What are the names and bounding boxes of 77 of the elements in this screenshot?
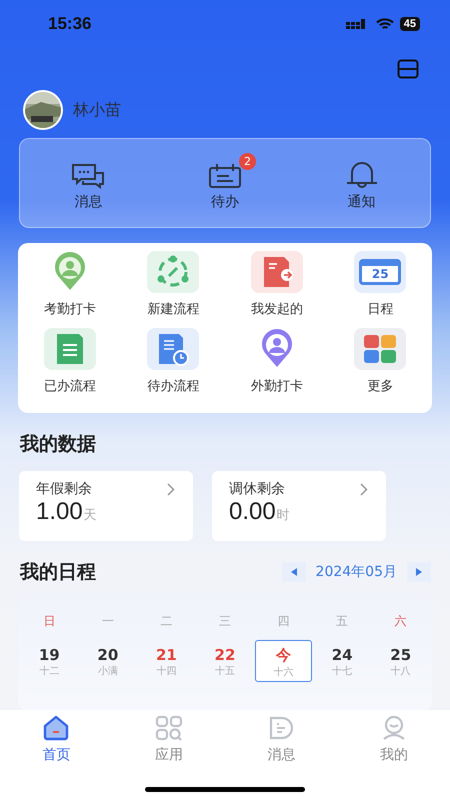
lunar-date: 十四: [156, 664, 176, 678]
calendar-icon: [208, 163, 242, 189]
day-number: 19: [38, 646, 60, 664]
user-name: 林小苗: [73, 100, 121, 120]
quick-action-button[interactable]: 消息: [40, 151, 136, 215]
bell-icon: [344, 161, 379, 189]
triangle-right-icon: [416, 568, 422, 576]
grid-icon: [154, 715, 183, 741]
chevron-right-icon: [167, 482, 175, 496]
lunar-date: 十五: [214, 664, 235, 678]
quick-action-button[interactable]: 2 待办: [176, 151, 273, 215]
app-shortcut[interactable]: 新建流程: [122, 251, 225, 318]
document-send-icon: [250, 251, 303, 293]
chat-bubbles-icon: [71, 163, 106, 189]
balance-value: 0.00: [229, 498, 276, 526]
battery-indicator: 45: [400, 17, 420, 31]
weekday-label: 日: [42, 613, 56, 630]
weekday-label: 四: [276, 613, 291, 630]
app-shortcut[interactable]: 已办流程: [18, 328, 122, 395]
section-title: 我的日程: [20, 560, 96, 585]
next-month-button[interactable]: [407, 562, 431, 582]
calendar-day[interactable]: 22 十五: [196, 640, 254, 682]
previous-month-button[interactable]: [282, 562, 306, 582]
balance-value: 1.00: [36, 498, 83, 526]
calendar-day[interactable]: 20 小满: [80, 640, 136, 682]
lunar-date: 十七: [332, 664, 352, 678]
app-shortcut[interactable]: 待办流程: [122, 328, 225, 395]
day-number: 24: [332, 646, 353, 664]
count-badge: 2: [238, 153, 256, 170]
card-label: 年假剩余: [36, 480, 92, 498]
lunar-date: 小满: [98, 664, 118, 678]
tab-item[interactable]: 应用: [112, 710, 225, 768]
app-shortcut[interactable]: 25 日程: [328, 251, 432, 318]
tab-item[interactable]: 消息: [225, 710, 338, 768]
lunar-date: 十八: [390, 664, 411, 678]
triangle-left-icon: [290, 568, 297, 576]
unit-label: 时: [276, 507, 290, 524]
document-clock-icon: [147, 328, 200, 370]
day-number: 今: [276, 646, 292, 665]
calendar-day[interactable]: 19 十二: [21, 640, 78, 682]
scan-icon[interactable]: [397, 59, 419, 79]
section-title: 我的数据: [20, 432, 97, 457]
document-icon: [44, 328, 96, 370]
weekday-label: 三: [218, 613, 232, 630]
lunar-date: 十六: [274, 666, 294, 679]
weekday-label: 六: [394, 613, 408, 630]
app-shortcut[interactable]: 考勤打卡: [18, 251, 122, 318]
tab-item[interactable]: 首页: [0, 710, 112, 768]
unit-label: 天: [84, 507, 97, 524]
home-icon: [42, 715, 70, 741]
weekday-label: 二: [159, 613, 174, 630]
chevron-right-icon: [360, 482, 368, 496]
calendar-day[interactable]: 今 十六: [255, 640, 312, 682]
status-time: 15:36: [48, 14, 92, 34]
chat-bubble-icon: [267, 715, 296, 741]
day-number: 22: [214, 646, 236, 664]
calendar-icon: 25: [354, 251, 406, 293]
day-number: 21: [156, 646, 177, 664]
calendar-day[interactable]: 24 十七: [314, 640, 370, 682]
calendar-day[interactable]: 21 十四: [138, 640, 195, 682]
calendar-day[interactable]: 25 十八: [372, 640, 429, 682]
app-shortcut[interactable]: 外勤打卡: [225, 328, 328, 395]
weekday-label: 一: [100, 613, 115, 630]
day-number: 20: [97, 646, 118, 664]
card-label: 调休剩余: [229, 480, 285, 498]
tab-item[interactable]: 我的: [338, 710, 450, 768]
day-number: 25: [390, 646, 412, 664]
grid-icon: [354, 328, 406, 370]
app-shortcut[interactable]: 更多: [328, 328, 432, 395]
weekday-label: 五: [335, 613, 350, 630]
balance-card[interactable]: 年假剩余 1.00天: [19, 471, 193, 541]
lunar-date: 十二: [39, 664, 60, 678]
month-label: 2024年05月: [316, 563, 397, 581]
app-shortcut[interactable]: 我发起的: [225, 251, 328, 318]
wifi-icon: [376, 18, 394, 30]
balance-card[interactable]: 调休剩余 0.00时: [212, 471, 386, 541]
quick-action-button[interactable]: 通知: [314, 151, 410, 215]
